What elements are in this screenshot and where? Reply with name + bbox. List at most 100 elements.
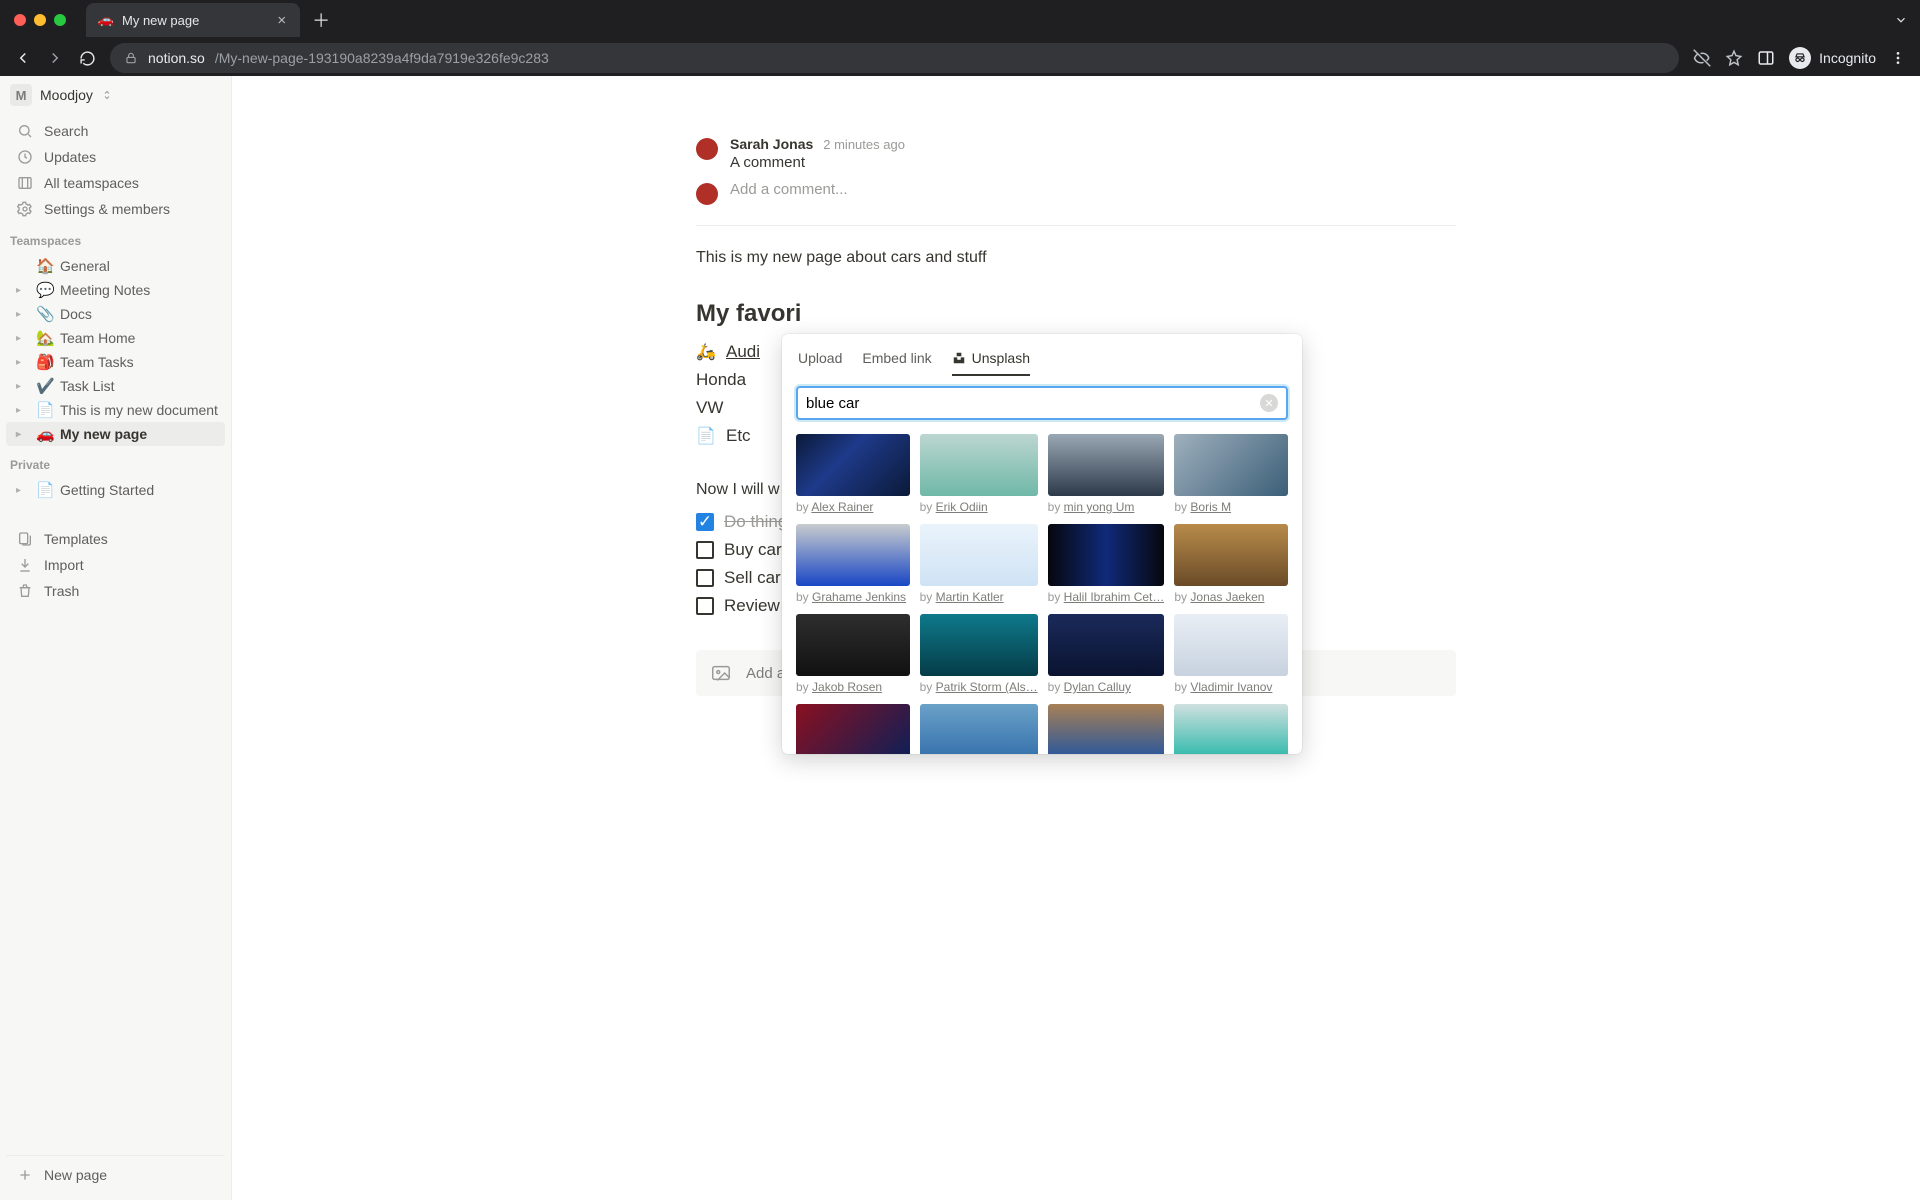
unsplash-thumbnail[interactable] — [1174, 434, 1288, 496]
address-bar[interactable]: notion.so/My-new-page-193190a8239a4f9da7… — [110, 43, 1679, 73]
unsplash-result: by Jakob Rosen — [796, 614, 910, 694]
unsplash-thumbnail[interactable] — [1174, 614, 1288, 676]
new-page-button[interactable]: New page — [6, 1155, 225, 1194]
side-panel-icon[interactable] — [1757, 49, 1775, 67]
tab-unsplash[interactable]: Unsplash — [952, 344, 1030, 376]
sidebar-item-label: Settings & members — [44, 201, 170, 217]
unsplash-author-link[interactable]: Dylan Calluy — [1064, 680, 1131, 694]
unsplash-thumbnail[interactable] — [920, 614, 1038, 676]
unsplash-author-link[interactable]: Martin Katler — [936, 590, 1004, 604]
comment-author: Sarah Jonas — [730, 136, 813, 152]
page-emoji-icon: 📎 — [36, 305, 54, 323]
comment-add-placeholder: Add a comment... — [730, 181, 848, 198]
window-minimize-button[interactable] — [34, 14, 46, 26]
sidebar-page-general[interactable]: 🏠General — [6, 254, 225, 278]
unsplash-thumbnail[interactable] — [1174, 704, 1288, 754]
sidebar-page-meeting-notes[interactable]: ▸💬Meeting Notes — [6, 278, 225, 302]
unsplash-author-link[interactable]: Boris M — [1190, 500, 1231, 514]
unsplash-author-link[interactable]: min yong Um — [1064, 500, 1135, 514]
checkbox-icon[interactable] — [696, 569, 714, 587]
chevron-right-icon[interactable]: ▸ — [16, 333, 30, 344]
sidebar-page-docs[interactable]: ▸📎Docs — [6, 302, 225, 326]
sidebar-item-all-teamspaces[interactable]: All teamspaces — [6, 170, 225, 196]
page-emoji-icon: 📄 — [36, 401, 54, 419]
browser-tab[interactable]: 🚗 My new page × — [86, 3, 300, 37]
kebab-menu-icon[interactable] — [1890, 50, 1906, 66]
todo-text: Buy car — [724, 540, 782, 560]
checkbox-icon[interactable] — [696, 541, 714, 559]
unsplash-thumbnail[interactable] — [920, 434, 1038, 496]
sidebar-page-this-is-my-new-document[interactable]: ▸📄This is my new document — [6, 398, 225, 422]
unsplash-thumbnail[interactable] — [1048, 704, 1165, 754]
unsplash-credit: by min yong Um — [1048, 500, 1165, 514]
chevron-right-icon[interactable]: ▸ — [16, 357, 30, 368]
page-emoji-icon: 🎒 — [36, 353, 54, 371]
browser-chrome: 🚗 My new page × ＋ notion.so/My-new-page-… — [0, 0, 1920, 76]
unsplash-author-link[interactable]: Alex Rainer — [811, 500, 873, 514]
sidebar-item-trash[interactable]: Trash — [6, 578, 225, 604]
sidebar-page-task-list[interactable]: ▸✔️Task List — [6, 374, 225, 398]
sidebar-item-settings-members[interactable]: Settings & members — [6, 196, 225, 222]
unsplash-credit: by Halil Ibrahim Cet… — [1048, 590, 1165, 604]
unsplash-thumbnail[interactable] — [796, 524, 910, 586]
unsplash-result — [1048, 704, 1165, 754]
unsplash-author-link[interactable]: Patrik Storm (Als… — [936, 680, 1038, 694]
unsplash-author-link[interactable]: Jonas Jaeken — [1190, 590, 1264, 604]
tab-title: My new page — [122, 13, 199, 28]
unsplash-thumbnail[interactable] — [1048, 614, 1165, 676]
sidebar-item-updates[interactable]: Updates — [6, 144, 225, 170]
unsplash-author-link[interactable]: Erik Odiin — [936, 500, 988, 514]
sidebar-item-templates[interactable]: Templates — [6, 526, 225, 552]
incognito-indicator[interactable]: Incognito — [1789, 47, 1876, 69]
sidebar-item-import[interactable]: Import — [6, 552, 225, 578]
unsplash-thumbnail[interactable] — [920, 524, 1038, 586]
unsplash-thumbnail[interactable] — [1174, 524, 1288, 586]
unsplash-author-link[interactable]: Jakob Rosen — [812, 680, 882, 694]
sidebar-page-getting-started[interactable]: ▸📄Getting Started — [6, 478, 225, 502]
unsplash-thumbnail[interactable] — [1048, 434, 1165, 496]
chevron-right-icon[interactable]: ▸ — [16, 429, 30, 440]
unsplash-author-link[interactable]: Vladimir Ivanov — [1190, 680, 1272, 694]
sidebar-page-team-home[interactable]: ▸🏡Team Home — [6, 326, 225, 350]
sidebar-item-search[interactable]: Search — [6, 118, 225, 144]
page-label: Meeting Notes — [60, 282, 150, 298]
chevron-right-icon[interactable]: ▸ — [16, 405, 30, 416]
tab-favicon: 🚗 — [98, 12, 114, 28]
tab-upload[interactable]: Upload — [798, 344, 842, 376]
eye-off-icon[interactable] — [1693, 49, 1711, 67]
forward-button[interactable] — [46, 49, 64, 67]
unsplash-result: by Vladimir Ivanov — [1174, 614, 1288, 694]
unsplash-thumbnail[interactable] — [796, 704, 910, 754]
sidebar-page-team-tasks[interactable]: ▸🎒Team Tasks — [6, 350, 225, 374]
line-link[interactable]: Audi — [726, 342, 760, 362]
chevron-right-icon[interactable]: ▸ — [16, 381, 30, 392]
line-icon: 🛵 — [696, 342, 716, 362]
chevron-right-icon[interactable]: ▸ — [16, 285, 30, 296]
tabs-dropdown-icon[interactable] — [1892, 11, 1910, 29]
page-emoji-icon: 📄 — [36, 481, 54, 499]
clear-search-icon[interactable]: ✕ — [1260, 394, 1278, 412]
tab-close-icon[interactable]: × — [275, 12, 288, 29]
chevron-right-icon[interactable]: ▸ — [16, 309, 30, 320]
unsplash-thumbnail[interactable] — [796, 434, 910, 496]
unsplash-thumbnail[interactable] — [1048, 524, 1165, 586]
back-button[interactable] — [14, 49, 32, 67]
workspace-switcher[interactable]: M Moodjoy — [0, 76, 231, 114]
tab-embed-link[interactable]: Embed link — [862, 344, 931, 376]
unsplash-author-link[interactable]: Grahame Jenkins — [812, 590, 906, 604]
chevron-right-icon[interactable]: ▸ — [16, 485, 30, 496]
sidebar-page-my-new-page[interactable]: ▸🚗My new page — [6, 422, 225, 446]
reload-button[interactable] — [78, 49, 96, 67]
bookmark-star-icon[interactable] — [1725, 49, 1743, 67]
page-emoji-icon: 🏠 — [36, 257, 54, 275]
unsplash-search-input[interactable] — [806, 395, 1260, 412]
unsplash-thumbnail[interactable] — [796, 614, 910, 676]
checkbox-checked-icon[interactable]: ✓ — [696, 513, 714, 531]
comment-add-row[interactable]: Add a comment... — [696, 181, 1456, 205]
checkbox-icon[interactable] — [696, 597, 714, 615]
window-zoom-button[interactable] — [54, 14, 66, 26]
window-close-button[interactable] — [14, 14, 26, 26]
new-tab-button[interactable]: ＋ — [312, 7, 330, 33]
unsplash-author-link[interactable]: Halil Ibrahim Cet… — [1064, 590, 1165, 604]
unsplash-thumbnail[interactable] — [920, 704, 1038, 754]
